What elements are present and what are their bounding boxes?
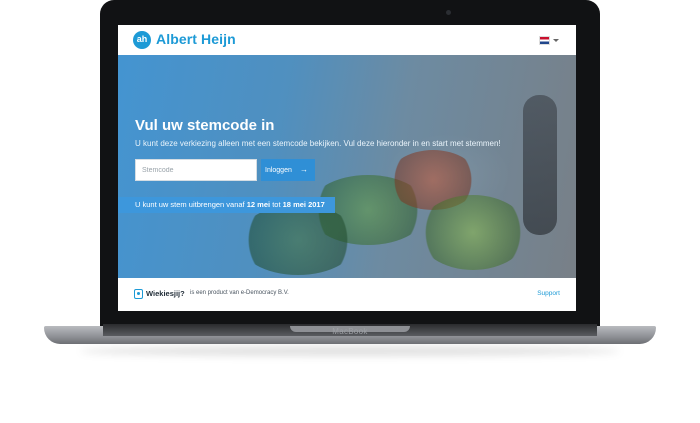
login-button-label: Inloggen	[265, 166, 292, 174]
language-selector[interactable]	[539, 36, 564, 46]
hero-subtitle: U kunt deze verkiezing alleen met een st…	[135, 139, 501, 148]
site-logo-text[interactable]: Albert Heijn	[156, 31, 236, 47]
voting-period-end: 18 mei 2017	[282, 200, 325, 209]
site-header: ah Albert Heijn	[118, 25, 576, 55]
chevron-down-icon	[553, 39, 559, 42]
arrow-right-icon: →	[300, 165, 308, 174]
hero-section: Vul uw stemcode in U kunt deze verkiezin…	[118, 55, 576, 278]
background-photo	[238, 205, 358, 275]
login-button[interactable]: Inloggen →	[261, 159, 315, 181]
laptop-brand-label: MacBook	[332, 327, 368, 336]
product-description: is een product van e-Democracy B.V.	[190, 290, 289, 296]
voting-period-prefix: U kunt uw stem uitbrengen vanaf	[135, 200, 245, 209]
voting-period-banner: U kunt uw stem uitbrengen vanaf 12 mei t…	[118, 197, 335, 213]
albert-heijn-logo-icon[interactable]: ah	[133, 31, 151, 49]
flag-nl-icon	[539, 36, 550, 45]
product-name[interactable]: Wiekiesjij?	[146, 289, 185, 298]
browser-screen: ah Albert Heijn Vul uw stemcode in U kun…	[118, 25, 576, 311]
background-photo	[523, 95, 557, 235]
voting-code-input[interactable]	[135, 159, 257, 181]
wiekiesjij-logo-icon	[134, 289, 143, 299]
voting-period-middle: tot	[272, 200, 281, 209]
hero-title: Vul uw stemcode in	[135, 117, 275, 134]
voting-period-start: 12 mei	[246, 200, 271, 209]
camera-icon	[446, 10, 451, 15]
support-link[interactable]: Support	[537, 290, 560, 297]
background-photo	[418, 195, 528, 270]
site-footer: Wiekiesjij? is een product van e-Democra…	[118, 278, 576, 311]
logo-mark-text: ah	[136, 34, 148, 44]
laptop-shadow	[80, 346, 620, 356]
